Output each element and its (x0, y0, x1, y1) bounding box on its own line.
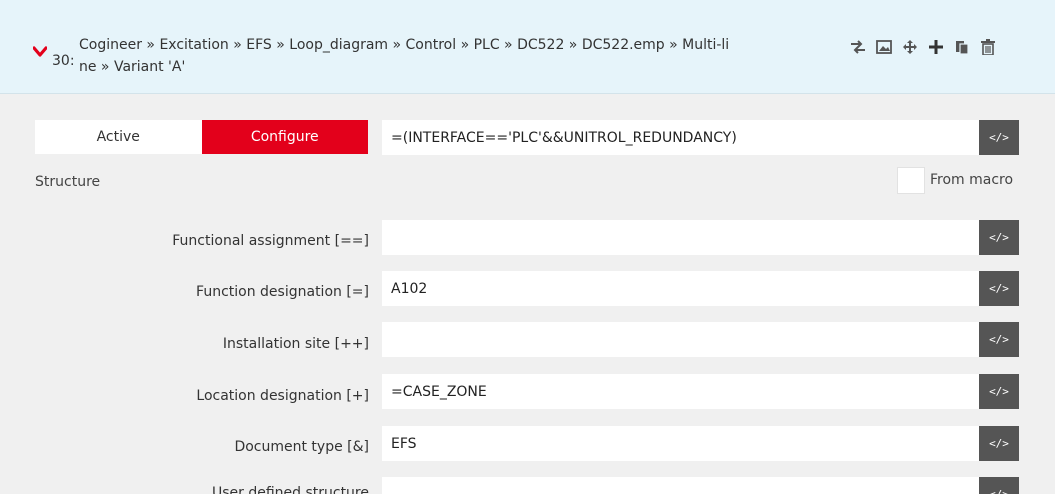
function-designation-label: Function designation [=] (196, 284, 369, 300)
user-defined-structure-label: User defined structure (211, 485, 369, 494)
mode-toggle: Active Configure (35, 120, 368, 154)
condition-input[interactable]: =(INTERFACE=='PLC'&&UNITROL_REDUNDANCY) (382, 120, 979, 155)
document-type-input[interactable]: EFS (382, 426, 979, 461)
function-designation-code-button[interactable]: </> (979, 271, 1019, 306)
installation-site-input[interactable] (382, 322, 979, 357)
breadcrumb-line-2: ne » Variant 'A' (79, 59, 186, 75)
configure-tab[interactable]: Configure (201, 120, 368, 154)
breadcrumb: Cogineer » Excitation » EFS » Loop_diagr… (79, 34, 841, 78)
function-designation-input[interactable]: A102 (382, 271, 979, 306)
location-designation-code-button[interactable]: </> (979, 374, 1019, 409)
item-number: 30: (52, 53, 75, 69)
functional-assignment-code-button[interactable]: </> (979, 220, 1019, 255)
functional-assignment-label: Functional assignment [==] (172, 233, 369, 249)
document-type-label: Document type [&] (234, 439, 369, 455)
user-defined-structure-code-button[interactable]: </> (979, 477, 1019, 494)
location-designation-label: Location designation [+] (196, 388, 369, 404)
from-macro-label: From macro (930, 172, 1014, 188)
from-macro-checkbox[interactable] (897, 167, 925, 194)
copy-icon[interactable] (949, 38, 975, 56)
breadcrumb-header: 30: Cogineer » Excitation » EFS » Loop_d… (0, 0, 1055, 94)
user-defined-structure-input[interactable] (382, 477, 979, 494)
toolbar (845, 38, 1001, 56)
installation-site-code-button[interactable]: </> (979, 322, 1019, 357)
chevron-down-icon[interactable] (33, 46, 47, 58)
document-type-code-button[interactable]: </> (979, 426, 1019, 461)
plus-icon[interactable] (923, 38, 949, 56)
location-designation-input[interactable]: =CASE_ZONE (382, 374, 979, 409)
condition-code-button[interactable]: </> (979, 120, 1019, 155)
trash-icon[interactable] (975, 38, 1001, 56)
active-tab[interactable]: Active (35, 120, 202, 154)
structure-heading: Structure (35, 174, 101, 190)
breadcrumb-line-1: Cogineer » Excitation » EFS » Loop_diagr… (79, 37, 730, 53)
image-icon[interactable] (871, 38, 897, 56)
swap-icon[interactable] (845, 38, 871, 56)
installation-site-label: Installation site [++] (222, 336, 369, 352)
move-icon[interactable] (897, 38, 923, 56)
functional-assignment-input[interactable] (382, 220, 979, 255)
